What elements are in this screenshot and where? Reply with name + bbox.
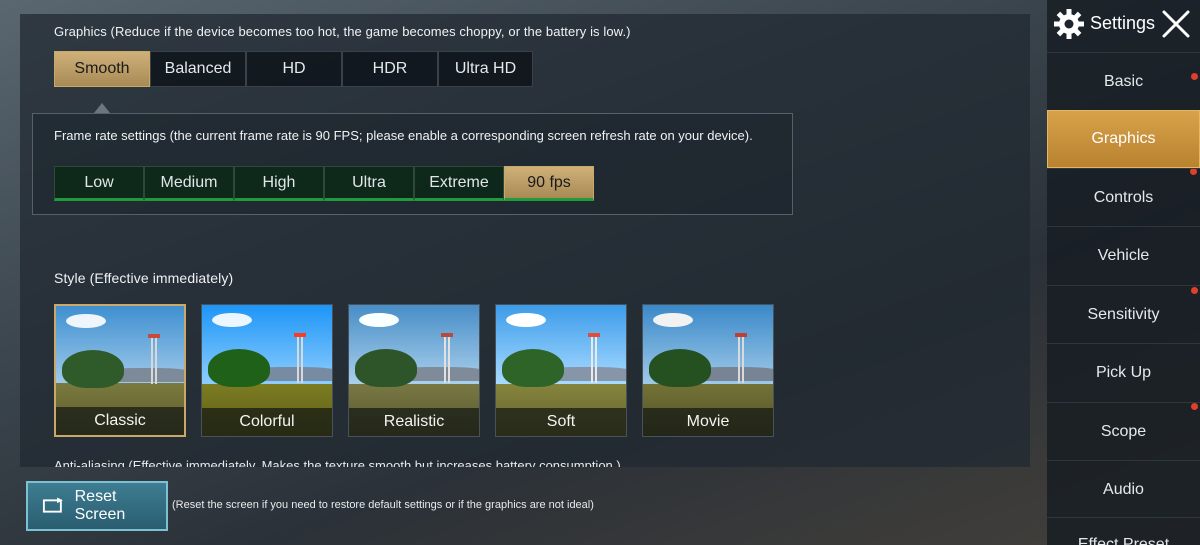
- reset-screen-note: (Reset the screen if you need to restore…: [172, 499, 594, 511]
- style-option-label: Soft: [496, 408, 626, 436]
- graphics-section-title: Graphics (Reduce if the device becomes t…: [54, 24, 631, 39]
- style-option-soft[interactable]: Soft: [495, 304, 627, 437]
- frame-rate-option-extreme[interactable]: Extreme: [414, 166, 504, 201]
- graphics-option-ultra-hd[interactable]: Ultra HD: [438, 51, 533, 87]
- graphics-option-hd[interactable]: HD: [246, 51, 342, 87]
- graphics-option-balanced[interactable]: Balanced: [150, 51, 246, 87]
- frame-rate-title: Frame rate settings (the current frame r…: [54, 128, 753, 143]
- style-option-label: Realistic: [349, 408, 479, 436]
- close-icon[interactable]: [1160, 8, 1192, 40]
- sidebar-item-effect-preset[interactable]: Effect Preset: [1047, 517, 1200, 545]
- frame-rate-option-ultra[interactable]: Ultra: [324, 166, 414, 201]
- notification-dot: [1191, 287, 1198, 294]
- graphics-quality-selector: Smooth Balanced HD HDR Ultra HD: [54, 51, 533, 87]
- sidebar-item-audio[interactable]: Audio: [1047, 460, 1200, 518]
- sidebar-item-graphics[interactable]: Graphics: [1047, 110, 1200, 175]
- style-option-classic[interactable]: Classic: [54, 304, 186, 437]
- sidebar-item-label: Audio: [1103, 480, 1144, 498]
- style-option-realistic[interactable]: Realistic: [348, 304, 480, 437]
- style-selector: Classic Colorful Realistic Soft Movie: [54, 304, 789, 437]
- style-option-colorful[interactable]: Colorful: [201, 304, 333, 437]
- sidebar-item-label: Scope: [1100, 422, 1147, 440]
- sidebar-item-basic[interactable]: Basic: [1047, 52, 1200, 110]
- frame-rate-selector: Low Medium High Ultra Extreme 90 fps: [54, 166, 594, 201]
- notification-dot: [1191, 73, 1198, 80]
- style-option-label: Movie: [643, 408, 773, 436]
- sidebar-item-label: Pick Up: [1095, 363, 1152, 381]
- graphics-option-hdr[interactable]: HDR: [342, 51, 438, 87]
- frame-rate-option-90fps[interactable]: 90 fps: [504, 166, 594, 201]
- sidebar-item-label: Effect Preset: [1077, 536, 1170, 545]
- sidebar-item-vehicle[interactable]: Vehicle: [1047, 226, 1200, 284]
- settings-panel: Graphics (Reduce if the device becomes t…: [20, 14, 1030, 467]
- sidebar-item-label: Vehicle: [1097, 246, 1150, 264]
- frame-rate-panel: Frame rate settings (the current frame r…: [32, 113, 793, 215]
- reset-screen-label: Reset Screen: [74, 488, 126, 523]
- sidebar-item-label: Controls: [1093, 188, 1154, 206]
- sidebar-title: Settings: [1090, 13, 1156, 33]
- settings-sidebar: Settings Basic Graphics Controls Vehicle…: [1047, 0, 1200, 545]
- style-option-label: Classic: [56, 407, 184, 435]
- sidebar-item-pick-up[interactable]: Pick Up: [1047, 343, 1200, 401]
- graphics-option-smooth[interactable]: Smooth: [54, 51, 150, 87]
- sidebar-item-label: Basic: [1103, 72, 1144, 90]
- style-option-label: Colorful: [202, 408, 332, 436]
- sidebar-item-controls[interactable]: Controls: [1047, 168, 1200, 226]
- reset-arrows-icon: [42, 497, 63, 513]
- sidebar-item-scope[interactable]: Scope: [1047, 402, 1200, 460]
- style-section-title: Style (Effective immediately): [54, 270, 234, 286]
- frame-rate-option-medium[interactable]: Medium: [144, 166, 234, 201]
- frame-rate-option-high[interactable]: High: [234, 166, 324, 201]
- anti-aliasing-title: Anti-aliasing (Effective immediately. Ma…: [54, 458, 621, 467]
- reset-screen-button[interactable]: Reset Screen: [26, 481, 168, 531]
- style-option-movie[interactable]: Movie: [642, 304, 774, 437]
- selection-pointer-icon: [94, 103, 110, 113]
- sidebar-item-label: Sensitivity: [1087, 305, 1160, 323]
- sidebar-item-sensitivity[interactable]: Sensitivity: [1047, 285, 1200, 343]
- gear-icon: [1054, 9, 1084, 39]
- sidebar-header: Settings: [1047, 0, 1200, 50]
- frame-rate-option-low[interactable]: Low: [54, 166, 144, 201]
- notification-dot: [1191, 403, 1198, 410]
- sidebar-item-label: Graphics: [1091, 130, 1156, 147]
